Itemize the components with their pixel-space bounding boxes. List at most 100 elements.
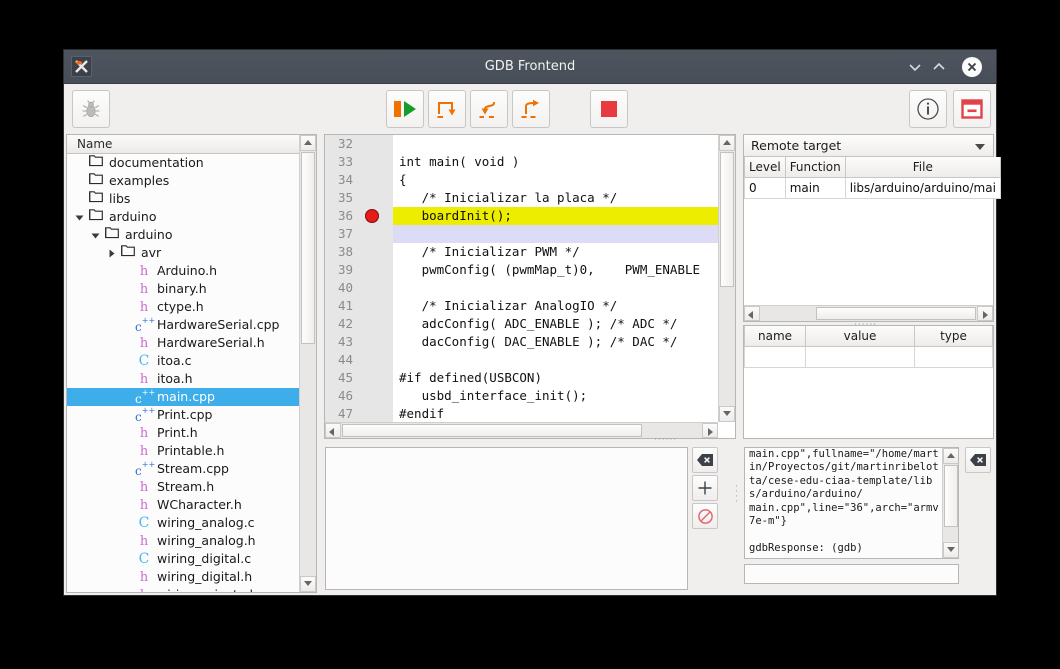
tree-item-avr[interactable]: avr (67, 244, 300, 262)
window-minus-icon[interactable] (953, 90, 991, 128)
target-select[interactable]: Remote target (744, 135, 993, 157)
code-lines-container[interactable]: 32 33 int main( void ) 34 {35 /* Inicializar… (325, 135, 718, 422)
code-line-34[interactable]: 34 { (325, 171, 718, 189)
code-line-39[interactable]: 39 pwmConfig( (pwmMap_t)0, PWM_ENABLE (325, 261, 718, 279)
tree-item-printable-h[interactable]: h Printable.h (67, 442, 300, 460)
breakpoint-gutter[interactable] (357, 297, 393, 315)
code-line-47[interactable]: 47 #endif (325, 405, 718, 422)
chevron-down-icon[interactable] (87, 226, 103, 244)
step-into-icon[interactable] (470, 90, 508, 128)
breakpoint-gutter[interactable] (357, 333, 393, 351)
breakpoint-gutter[interactable] (357, 135, 393, 153)
step-out-icon[interactable] (512, 90, 550, 128)
stack-table[interactable]: Level Function File 0 main libs/arduino/… (744, 157, 1001, 199)
vars-col-name[interactable]: name (744, 326, 806, 347)
scrollbar-thumb[interactable] (944, 465, 958, 527)
breakpoint-gutter[interactable] (357, 279, 393, 297)
scrollbar-thumb[interactable] (816, 307, 976, 320)
code-line-44[interactable]: 44 (325, 351, 718, 369)
line-number[interactable]: 32 (325, 135, 357, 153)
clear-breakpoints-button[interactable] (692, 447, 718, 473)
stack-col-function[interactable]: Function (784, 157, 846, 178)
breakpoint-gutter[interactable] (357, 387, 393, 405)
table-row[interactable] (744, 346, 993, 368)
scroll-down-arrow[interactable] (300, 576, 316, 592)
code-line-41[interactable]: 41 /* Inicializar AnalogIO */ (325, 297, 718, 315)
scroll-up-arrow[interactable] (300, 135, 316, 151)
line-number[interactable]: 34 (325, 171, 357, 189)
line-number[interactable]: 37 (325, 225, 357, 243)
breakpoint-gutter[interactable] (357, 405, 393, 422)
line-number[interactable]: 38 (325, 243, 357, 261)
line-number[interactable]: 41 (325, 297, 357, 315)
stack-col-level[interactable]: Level (744, 157, 786, 178)
breakpoint-gutter[interactable] (357, 207, 393, 225)
tree-item-stream-cpp[interactable]: c++ Stream.cpp (67, 460, 300, 478)
line-number[interactable]: 40 (325, 279, 357, 297)
chevron-up-icon[interactable] (930, 58, 948, 76)
tree-item-wiring-digital-h[interactable]: h wiring_digital.h (67, 568, 300, 586)
breakpoint-gutter[interactable] (357, 153, 393, 171)
breakpoint-gutter[interactable] (357, 315, 393, 333)
variables-table[interactable]: name value type (744, 326, 993, 368)
console-output[interactable]: main.cpp",fullname="/home/martin/Proyect… (744, 447, 959, 559)
code-line-45[interactable]: 45 #if defined(USBCON) (325, 369, 718, 387)
tree-item-main-cpp[interactable]: c++ main.cpp (67, 388, 300, 406)
line-number[interactable]: 36 (325, 207, 357, 225)
tree-item-examples[interactable]: examples (67, 172, 300, 190)
tree-item-wiring-analog-h[interactable]: h wiring_analog.h (67, 532, 300, 550)
tree-item-wiring-private-h[interactable]: h wiring_private.h (67, 586, 300, 592)
tree-item-itoa-c[interactable]: Citoa.c (67, 352, 300, 370)
tree-item-documentation[interactable]: documentation (67, 154, 300, 172)
tree-item-wiring-analog-c[interactable]: Cwiring_analog.c (67, 514, 300, 532)
table-row[interactable]: 0 main libs/arduino/arduino/mai (744, 177, 1001, 199)
code-vscrollbar[interactable] (718, 135, 735, 422)
scroll-down-arrow[interactable] (719, 406, 735, 422)
scroll-up-arrow[interactable] (943, 448, 958, 464)
code-line-33[interactable]: 33 int main( void ) (325, 153, 718, 171)
vars-col-value[interactable]: value (805, 326, 915, 347)
continue-icon[interactable] (386, 90, 424, 128)
breakpoint-gutter[interactable] (357, 243, 393, 261)
line-number[interactable]: 45 (325, 369, 357, 387)
line-number[interactable]: 47 (325, 405, 357, 422)
tree-item-arduino[interactable]: arduino (67, 226, 300, 244)
panel-splitter[interactable]: · · · · (735, 483, 739, 507)
code-line-35[interactable]: 35 /* Inicializar la placa */ (325, 189, 718, 207)
tree-item-binary-h[interactable]: h binary.h (67, 280, 300, 298)
line-number[interactable]: 35 (325, 189, 357, 207)
file-tree-list[interactable]: documentation examples libs arduino arduino a… (67, 154, 300, 592)
code-editor-panel[interactable]: 32 33 int main( void ) 34 {35 /* Inicializar… (324, 134, 736, 439)
scroll-right-arrow[interactable] (977, 306, 993, 321)
line-number[interactable]: 33 (325, 153, 357, 171)
chevron-right-icon[interactable] (103, 244, 119, 262)
clear-console-button[interactable] (965, 447, 991, 473)
chevron-down-icon[interactable] (906, 58, 924, 76)
line-number[interactable]: 44 (325, 351, 357, 369)
code-line-32[interactable]: 32 (325, 135, 718, 153)
vars-col-type[interactable]: type (914, 326, 993, 347)
info-circle-icon[interactable] (909, 90, 947, 128)
breakpoint-gutter[interactable] (357, 171, 393, 189)
code-line-36[interactable]: 36 boardInit(); (325, 207, 718, 225)
code-line-40[interactable]: 40 (325, 279, 718, 297)
breakpoint-gutter[interactable] (357, 369, 393, 387)
console-vscrollbar[interactable] (942, 448, 958, 558)
tree-item-hardwareserial-cpp[interactable]: c++ HardwareSerial.cpp (67, 316, 300, 334)
breakpoint-gutter[interactable] (357, 261, 393, 279)
scrollbar-thumb[interactable] (720, 152, 734, 287)
tree-item-print-cpp[interactable]: c++ Print.cpp (67, 406, 300, 424)
step-over-icon[interactable] (428, 90, 466, 128)
tree-item-hardwareserial-h[interactable]: h HardwareSerial.h (67, 334, 300, 352)
scroll-down-arrow[interactable] (943, 542, 958, 558)
file-tree-vscrollbar[interactable] (299, 135, 316, 592)
stack-hscrollbar[interactable] (744, 305, 993, 321)
scrollbar-thumb[interactable] (342, 424, 642, 437)
tree-item-wiring-digital-c[interactable]: Cwiring_digital.c (67, 550, 300, 568)
line-number[interactable]: 43 (325, 333, 357, 351)
tree-item-wcharacter-h[interactable]: h WCharacter.h (67, 496, 300, 514)
tree-item-stream-h[interactable]: h Stream.h (67, 478, 300, 496)
scroll-up-arrow[interactable] (719, 135, 735, 151)
scroll-left-arrow[interactable] (325, 423, 341, 438)
add-breakpoint-button[interactable] (692, 475, 718, 501)
